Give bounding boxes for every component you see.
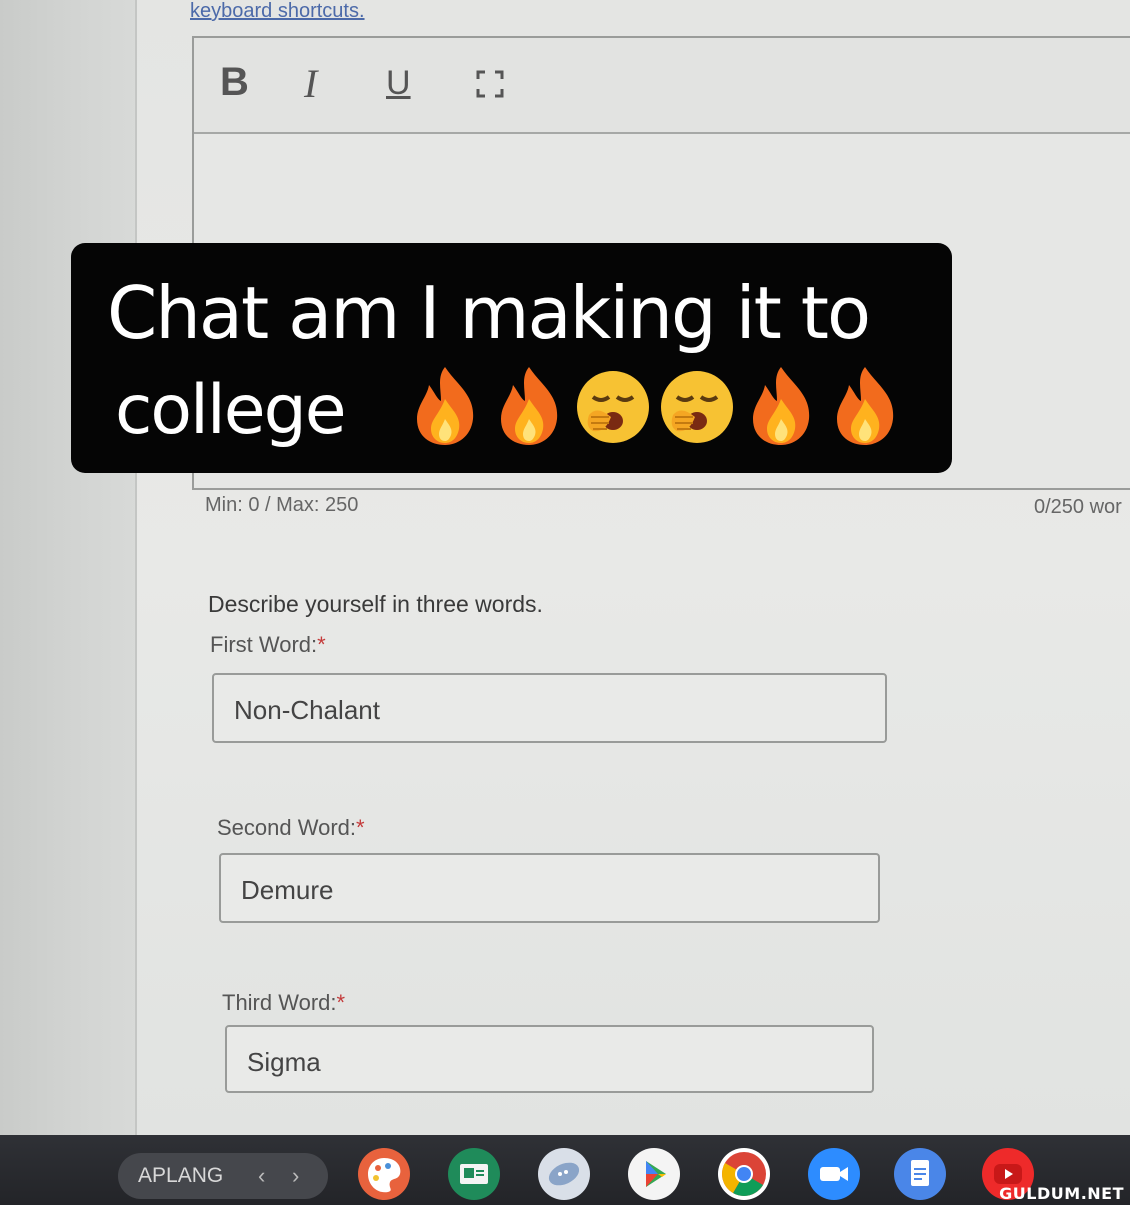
editor-toolbar: B I U xyxy=(194,38,1130,134)
watermark: GULDUM.NET xyxy=(999,1184,1124,1203)
second-word-value: Demure xyxy=(241,875,334,905)
fire-icon xyxy=(743,363,819,447)
caption-line-2: college xyxy=(115,371,347,450)
yawning-face-icon xyxy=(575,363,651,447)
yawning-face-icon xyxy=(659,363,735,447)
keyboard-shortcuts-link[interactable]: keyboard shortcuts. xyxy=(190,0,365,23)
first-word-label: First Word:* xyxy=(210,632,326,658)
docs-icon[interactable] xyxy=(894,1148,946,1200)
fire-icon xyxy=(407,363,483,447)
question-text: Describe yourself in three words. xyxy=(208,591,543,617)
chat-bubble-icon[interactable] xyxy=(538,1148,590,1200)
third-word-input[interactable]: Sigma xyxy=(225,1025,874,1093)
second-word-label-text: Second Word: xyxy=(217,815,357,840)
play-store-icon[interactable] xyxy=(628,1148,680,1200)
video-call-icon[interactable] xyxy=(808,1148,860,1200)
second-word-label: Second Word:* xyxy=(217,815,365,841)
app-tab-label: APLANG xyxy=(138,1164,224,1187)
back-arrow-icon[interactable]: ‹ xyxy=(258,1163,265,1189)
third-word-label-text: Third Word: xyxy=(222,990,337,1015)
first-word-input[interactable]: Non-Chalant xyxy=(212,673,887,743)
fire-icon xyxy=(491,363,567,447)
first-word-value: Non-Chalant xyxy=(234,695,380,725)
required-marker: * xyxy=(317,632,326,657)
app-tab-aplang[interactable]: APLANG ‹ › xyxy=(118,1153,328,1199)
third-word-value: Sigma xyxy=(247,1047,321,1077)
classroom-icon[interactable] xyxy=(448,1148,500,1200)
third-word-label: Third Word:* xyxy=(222,990,345,1016)
chrome-icon[interactable] xyxy=(718,1148,770,1200)
required-marker: * xyxy=(336,990,346,1015)
forward-arrow-icon[interactable]: › xyxy=(292,1163,299,1189)
fullscreen-icon[interactable] xyxy=(476,70,504,98)
palette-icon[interactable] xyxy=(358,1148,410,1200)
required-marker: * xyxy=(356,815,365,840)
word-count: 0/250 wor xyxy=(1034,496,1122,518)
second-word-input[interactable]: Demure xyxy=(219,853,880,923)
first-word-label-text: First Word: xyxy=(210,632,318,657)
taskbar: APLANG ‹ › GULDUM.NET xyxy=(0,1135,1130,1205)
caption-overlay: Chat am I making it to college xyxy=(71,243,952,473)
caption-line-1: Chat am I making it to xyxy=(107,271,871,355)
background-edge xyxy=(0,0,140,1135)
italic-button[interactable]: I xyxy=(304,60,317,107)
emoji-row xyxy=(407,363,903,447)
word-limit-text: Min: 0 / Max: 250 xyxy=(205,494,359,516)
underline-button[interactable]: U xyxy=(386,64,411,103)
bold-button[interactable]: B xyxy=(220,60,249,105)
fire-icon xyxy=(827,363,903,447)
